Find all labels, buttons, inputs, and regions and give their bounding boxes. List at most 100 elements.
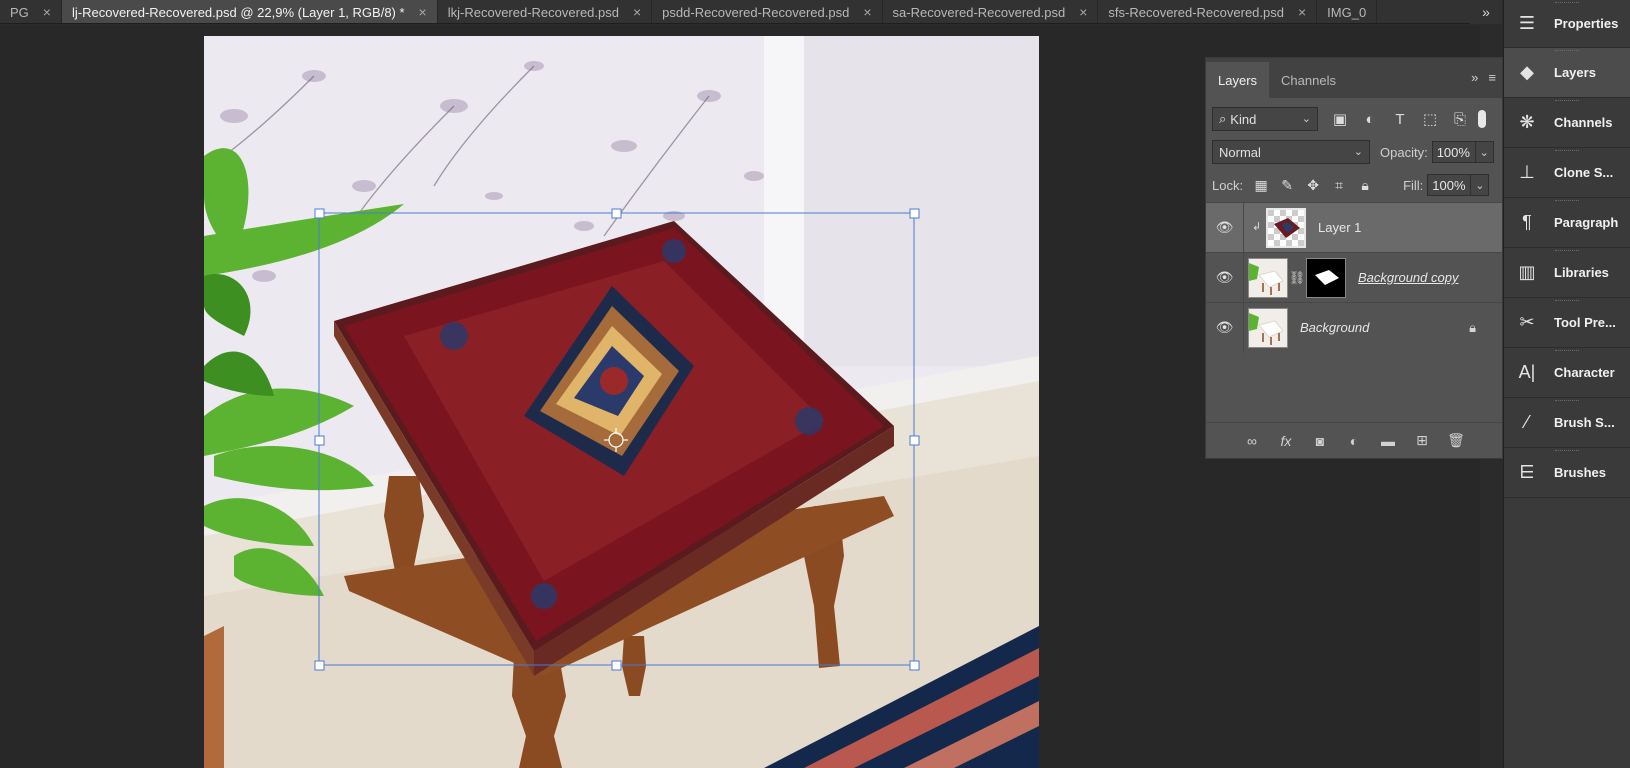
dock-item-tool-presets[interactable]: ✂ Tool Pre... — [1504, 298, 1630, 348]
brush-settings-icon: ⁄ — [1525, 412, 1529, 432]
link-layers-icon[interactable]: ∞ — [1242, 431, 1262, 451]
tab-channels[interactable]: Channels — [1269, 62, 1348, 98]
close-icon[interactable]: × — [633, 4, 641, 20]
collapse-panel-icon[interactable]: » — [1471, 70, 1478, 85]
brushes-icon: ⋿ — [1519, 462, 1535, 482]
shape-filter-icon[interactable]: ⬚ — [1418, 108, 1442, 130]
dock-item-channels[interactable]: ❋ Channels — [1504, 98, 1630, 148]
canvas-image — [204, 36, 1039, 768]
dock-item-label: Properties — [1554, 16, 1619, 31]
dock-item-paragraph[interactable]: ¶ Paragraph — [1504, 198, 1630, 248]
new-group-folder-icon[interactable]: ▬ — [1378, 431, 1398, 451]
layer-name[interactable]: Background — [1300, 320, 1369, 335]
close-icon[interactable]: × — [1079, 4, 1087, 20]
filter-toggle[interactable] — [1478, 110, 1486, 128]
dock-item-properties[interactable]: ☰ Properties — [1504, 0, 1630, 48]
dock-item-label: Character — [1554, 365, 1615, 380]
layer-row-layer-1[interactable]: 👁︎ ↲ Layer 1 — [1206, 202, 1502, 253]
eye-icon[interactable]: 👁︎ — [1206, 252, 1244, 303]
blend-row: Normal ⌄ Opacity: 100% ⌄ — [1206, 136, 1502, 168]
lock-row: Lock: ▦ ✎ ✥ ⌗ 🔒︎ Fill: 100% ⌄ — [1206, 168, 1502, 202]
tab-label: IMG_0 — [1327, 4, 1367, 20]
layer-mask-thumbnail[interactable] — [1306, 257, 1346, 298]
lock-icon[interactable]: 🔒︎ — [1469, 320, 1476, 336]
panel-dock: ☰ Properties ◆ Layers ❋ Channels ⊥ Clone… — [1503, 0, 1630, 768]
layer-style-fx-icon[interactable]: fx — [1276, 431, 1296, 451]
close-icon[interactable]: × — [43, 4, 51, 20]
lock-label: Lock: — [1212, 177, 1244, 193]
layer-thumbnail — [1266, 207, 1306, 248]
dock-item-clone-source[interactable]: ⊥ Clone S... — [1504, 148, 1630, 198]
dock-item-brushes[interactable]: ⋿ Brushes — [1504, 448, 1630, 498]
close-icon[interactable]: × — [1298, 4, 1306, 20]
smart-object-filter-icon[interactable]: ⎘ — [1448, 108, 1472, 130]
new-layer-icon[interactable]: ⊞ — [1412, 431, 1432, 451]
fill-label: Fill: — [1403, 177, 1424, 193]
chevron-down-icon[interactable]: ⌄ — [1471, 174, 1490, 196]
dock-item-label: Brushes — [1554, 465, 1607, 480]
lock-image-pixels-icon[interactable]: ✎ — [1275, 174, 1299, 196]
chevron-down-icon: ⌄ — [1353, 146, 1363, 158]
search-icon: ⌕ — [1219, 111, 1227, 126]
adjustment-filter-icon[interactable]: ◐ — [1358, 108, 1382, 130]
eye-icon[interactable]: 👁︎ — [1206, 302, 1244, 353]
document-tab[interactable]: IMG_0 — [1317, 0, 1378, 23]
character-icon: A| — [1518, 362, 1536, 382]
dock-item-layers[interactable]: ◆ Layers — [1504, 48, 1630, 98]
adjustment-layer-icon[interactable]: ◐ — [1344, 431, 1364, 451]
trash-icon[interactable]: 🗑︎ — [1446, 431, 1466, 451]
document-tab[interactable]: psdd-Recovered-Recovered.psd × — [652, 0, 883, 23]
filter-kind-dropdown[interactable]: ⌕ Kind ⌄ — [1212, 107, 1318, 131]
chevron-down-icon[interactable]: ⌄ — [1475, 141, 1494, 163]
layer-row-background-copy[interactable]: 👁︎ ⛓︎ Background copy — [1206, 252, 1502, 303]
link-icon[interactable]: ⛓︎ — [1288, 270, 1306, 286]
blend-mode-dropdown[interactable]: Normal ⌄ — [1212, 140, 1370, 164]
clipping-arrow-icon: ↲ — [1252, 221, 1262, 233]
tool-presets-icon: ✂ — [1519, 312, 1535, 332]
clone-stamp-icon: ⊥ — [1519, 162, 1535, 182]
paragraph-icon: ¶ — [1522, 212, 1532, 232]
add-mask-icon[interactable]: ◙ — [1310, 431, 1330, 451]
document-tab[interactable]: PG × — [0, 0, 62, 23]
filter-kind-value: Kind — [1230, 111, 1257, 127]
dock-item-libraries[interactable]: ▥ Libraries — [1504, 248, 1630, 298]
tab-label: sa-Recovered-Recovered.psd — [892, 4, 1066, 20]
panel-menu-icon[interactable]: ≡ — [1488, 70, 1496, 85]
lock-position-icon[interactable]: ✥ — [1301, 174, 1325, 196]
lock-artboard-icon[interactable]: ⌗ — [1327, 174, 1351, 196]
tab-label: lj-Recovered-Recovered.psd @ 22,9% (Laye… — [71, 4, 405, 20]
layer-name[interactable]: Layer 1 — [1318, 220, 1361, 235]
document-tab-bar: PG × lj-Recovered-Recovered.psd @ 22,9% (… — [0, 0, 1502, 24]
tab-overflow-button[interactable]: » — [1470, 0, 1502, 24]
close-icon[interactable]: × — [863, 4, 871, 20]
dock-item-brush-settings[interactable]: ⁄ Brush S... — [1504, 398, 1630, 448]
layer-thumbnail — [1248, 307, 1288, 348]
document-canvas[interactable] — [204, 36, 1039, 768]
dock-item-label: Paragraph — [1554, 215, 1619, 230]
document-tab[interactable]: sfs-Recovered-Recovered.psd × — [1098, 0, 1318, 23]
layer-name[interactable]: Background copy — [1358, 270, 1458, 285]
dock-item-label: Clone S... — [1554, 165, 1614, 180]
dock-item-label: Libraries — [1554, 265, 1609, 280]
pixel-filter-icon[interactable]: ▣ — [1328, 108, 1352, 130]
fill-input[interactable]: 100% — [1427, 174, 1472, 196]
layers-panel-tabs: Layers Channels » ≡ — [1206, 58, 1502, 98]
document-tab[interactable]: lkj-Recovered-Recovered.psd × — [438, 0, 653, 23]
document-tab[interactable]: sa-Recovered-Recovered.psd × — [883, 0, 1099, 23]
layer-filter-row: ⌕ Kind ⌄ ▣ ◐ T ⬚ ⎘ — [1206, 102, 1502, 136]
chevron-down-icon: ⌄ — [1301, 113, 1311, 125]
opacity-input[interactable]: 100% — [1431, 141, 1476, 163]
dock-item-character[interactable]: A| Character — [1504, 348, 1630, 398]
tab-layers[interactable]: Layers — [1206, 62, 1270, 98]
type-filter-icon[interactable]: T — [1388, 108, 1412, 130]
layer-row-background[interactable]: 👁︎ Background 🔒︎ — [1206, 302, 1502, 353]
document-tab-active[interactable]: lj-Recovered-Recovered.psd @ 22,9% (Laye… — [61, 0, 438, 23]
layer-list: 👁︎ ↲ Layer 1 👁︎ ⛓︎ Background copy 👁︎ Ba… — [1206, 202, 1502, 356]
layers-icon: ◆ — [1520, 62, 1534, 82]
close-icon[interactable]: × — [419, 4, 427, 20]
lock-all-icon[interactable]: 🔒︎ — [1353, 174, 1377, 196]
lock-transparent-pixels-icon[interactable]: ▦ — [1249, 174, 1273, 196]
channels-icon: ❋ — [1519, 112, 1535, 132]
dock-item-label: Layers — [1554, 65, 1596, 80]
eye-icon[interactable]: 👁︎ — [1206, 202, 1244, 253]
